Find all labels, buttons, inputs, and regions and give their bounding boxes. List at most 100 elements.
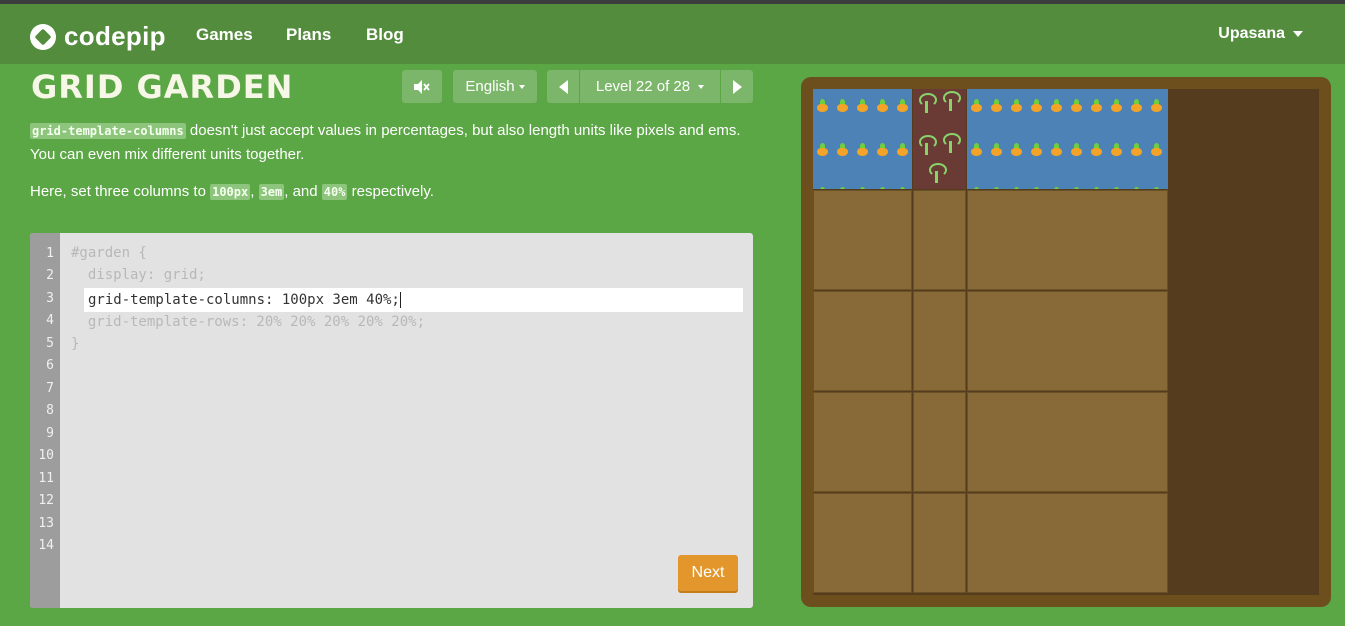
mute-button[interactable] [402, 70, 442, 103]
chevron-down-icon [698, 84, 705, 89]
line-number: 7 [46, 381, 54, 396]
carrot-icon [815, 99, 829, 112]
code-line: display: grid; [71, 267, 206, 283]
code-line: grid-template-rows: 20% 20% 20% 20% 20%; [71, 314, 426, 330]
line-number: 11 [38, 471, 54, 486]
line-number: 8 [46, 403, 54, 418]
carrot-icon [1089, 187, 1103, 189]
code-line: #garden { [71, 245, 147, 261]
carrot-icon [1129, 187, 1143, 189]
carrot-icon [1129, 143, 1143, 156]
instruction-paragraph-1: grid-template-columns doesn't just accep… [30, 122, 741, 163]
line-number: 5 [46, 336, 54, 351]
chevron-down-icon [1293, 31, 1303, 37]
user-name: Upasana [1218, 25, 1285, 42]
garden-grid [813, 89, 1319, 595]
level-select[interactable]: Level 22 of 28 [580, 70, 720, 103]
line-number: 6 [46, 358, 54, 373]
carrot-icon [1149, 187, 1163, 189]
chevron-down-icon [518, 84, 525, 89]
speaker-mute-icon [414, 79, 430, 94]
carrot-icon [1049, 187, 1063, 189]
user-menu[interactable]: Upasana [1218, 25, 1303, 43]
carrot-icon [1009, 99, 1023, 112]
language-label: English [465, 78, 515, 95]
carrot-icon [855, 143, 869, 156]
carrot-icon [1109, 187, 1123, 189]
code-snippet: 3em [258, 184, 285, 200]
soil-tile [967, 392, 1168, 492]
line-number: 12 [38, 493, 54, 508]
water-tile [967, 89, 1168, 189]
next-button[interactable]: Next [678, 555, 738, 591]
poison-tile [913, 89, 966, 189]
line-number-gutter: 1 2 3 4 5 6 7 8 9 10 11 12 13 14 [30, 233, 60, 608]
carrot-icon [989, 99, 1003, 112]
nav-link-blog[interactable]: Blog [366, 25, 404, 45]
carrot-icon [1049, 99, 1063, 112]
code-snippet: grid-template-columns [30, 123, 186, 139]
page-title: GRID GARDEN [31, 68, 294, 106]
carrot-icon [835, 99, 849, 112]
carrot-icon [1089, 143, 1103, 156]
nav-link-games[interactable]: Games [196, 25, 253, 45]
soil-tile [913, 190, 966, 290]
line-number: 14 [38, 538, 54, 553]
carrot-icon [855, 187, 869, 189]
nav-link-plans[interactable]: Plans [286, 25, 331, 45]
weed-icon [927, 161, 947, 183]
soil-tile [813, 392, 912, 492]
water-tile [813, 89, 912, 189]
arrow-left-icon [558, 79, 568, 94]
code-editor: 1 2 3 4 5 6 7 8 9 10 11 12 13 14 #garden… [30, 233, 753, 608]
soil-tile [813, 291, 912, 391]
weed-icon [917, 133, 937, 155]
line-number: 3 [46, 291, 54, 306]
line-number: 13 [38, 516, 54, 531]
carrot-icon [875, 99, 889, 112]
carrot-icon [989, 187, 1003, 189]
carrot-icon [969, 187, 983, 189]
carrot-icon [1069, 99, 1083, 112]
arrow-right-icon [732, 79, 742, 94]
carrot-icon [1029, 187, 1043, 189]
carrot-icon [1089, 99, 1103, 112]
line-number: 4 [46, 313, 54, 328]
next-level-button[interactable] [721, 70, 753, 103]
carrot-icon [895, 99, 909, 112]
codepip-logo-icon [30, 23, 56, 50]
carrot-icon [969, 99, 983, 112]
language-select[interactable]: English [453, 70, 537, 103]
soil-tile [813, 493, 912, 593]
carrot-icon [969, 143, 983, 156]
code-snippet: 40% [321, 184, 348, 200]
line-number: 1 [46, 246, 54, 261]
level-label: Level 22 of 28 [595, 78, 691, 95]
carrot-icon [835, 143, 849, 156]
carrot-icon [989, 143, 1003, 156]
soil-tile [913, 392, 966, 492]
code-snippet: 100px [210, 184, 251, 200]
code-line: } [71, 336, 80, 352]
carrot-icon [1149, 143, 1163, 156]
carrot-icon [1069, 143, 1083, 156]
carrot-icon [855, 99, 869, 112]
carrot-icon [1129, 99, 1143, 112]
garden-frame [801, 77, 1331, 607]
carrot-icon [895, 187, 909, 189]
instruction-paragraph-2: Here, set three columns to 100px, 3em, a… [30, 183, 434, 200]
carrot-icon [815, 143, 829, 156]
soil-tile [967, 493, 1168, 593]
weed-icon [917, 91, 937, 113]
codepip-logo[interactable]: codepip [30, 21, 166, 52]
text-cursor [399, 292, 401, 308]
carrot-icon [1049, 143, 1063, 156]
line-number: 2 [46, 268, 54, 283]
prev-level-button[interactable] [547, 70, 579, 103]
carrot-icon [875, 187, 889, 189]
navbar: codepip Games Plans Blog Upasana [0, 4, 1345, 64]
soil-tile [813, 190, 912, 290]
css-code-input[interactable]: grid-template-columns: 100px 3em 40%; [84, 288, 743, 312]
carrot-icon [1029, 143, 1043, 156]
carrot-icon [815, 187, 829, 189]
